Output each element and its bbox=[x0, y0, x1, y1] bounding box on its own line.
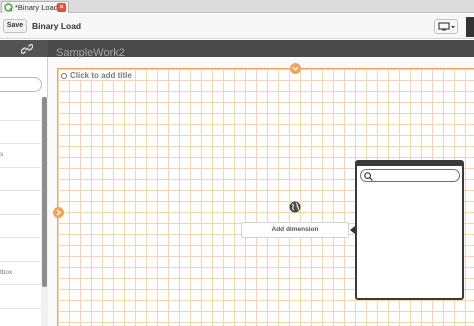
assets-search-input[interactable] bbox=[0, 77, 42, 92]
resize-handle-top[interactable] bbox=[290, 63, 301, 74]
globe-icon bbox=[289, 201, 301, 213]
list-item[interactable]: s bbox=[0, 144, 41, 168]
toolbar: Save Binary Load bbox=[0, 14, 474, 39]
app-title: Binary Load bbox=[32, 21, 82, 31]
add-title-button[interactable]: Click to add title bbox=[61, 71, 135, 80]
close-icon[interactable]: × bbox=[57, 3, 66, 12]
plus-circle-icon bbox=[61, 72, 67, 79]
list-item[interactable] bbox=[0, 238, 41, 262]
qlik-app-icon bbox=[4, 3, 13, 12]
chevron-down-icon bbox=[292, 66, 299, 72]
tab-label: *Binary Load bbox=[15, 3, 58, 12]
list-item[interactable]: tbox bbox=[0, 262, 41, 285]
link-icon[interactable] bbox=[21, 44, 33, 54]
search-icon bbox=[364, 172, 373, 181]
list-item[interactable] bbox=[0, 168, 41, 191]
device-preview-icon bbox=[438, 22, 455, 31]
list-item[interactable] bbox=[0, 121, 41, 144]
assets-panel-header bbox=[0, 40, 48, 57]
dimension-picker-popover bbox=[355, 160, 464, 300]
assets-panel: s tbox bbox=[0, 57, 48, 326]
add-dimension-button[interactable]: Add dimension bbox=[241, 222, 349, 238]
device-preview-button[interactable] bbox=[434, 19, 458, 34]
assets-list: s tbox bbox=[0, 97, 41, 326]
save-button[interactable]: Save bbox=[3, 19, 27, 33]
list-item[interactable] bbox=[0, 191, 41, 215]
list-item[interactable] bbox=[0, 215, 41, 238]
dimension-search-input[interactable] bbox=[360, 169, 460, 182]
list-item[interactable] bbox=[0, 285, 41, 309]
scrollbar-thumb[interactable] bbox=[42, 97, 47, 287]
add-title-label: Click to add title bbox=[70, 71, 132, 80]
tab-binary-load[interactable]: *Binary Load × bbox=[1, 1, 69, 13]
list-item[interactable] bbox=[0, 309, 41, 326]
toolbar-edge bbox=[466, 17, 474, 37]
resize-handle-left[interactable] bbox=[53, 207, 64, 218]
tab-bar: *Binary Load × bbox=[0, 0, 474, 13]
chevron-right-icon bbox=[56, 209, 62, 216]
sheet-name[interactable]: SampleWork2 bbox=[56, 47, 125, 59]
list-item[interactable] bbox=[0, 97, 41, 121]
